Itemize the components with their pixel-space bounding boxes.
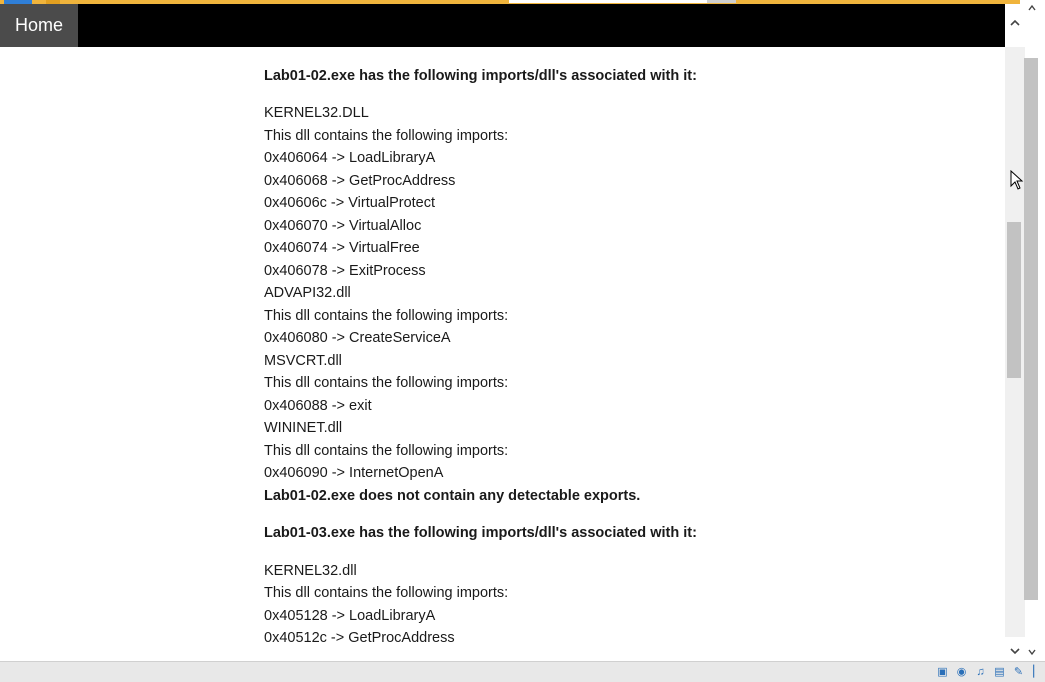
report-line: 0x406064 -> LoadLibraryA [264,150,436,166]
report-line: 0x40606c -> VirtualProtect [264,195,436,211]
chevron-up-icon [1010,19,1020,26]
report-line: 0x406070 -> VirtualAlloc [264,217,422,234]
report-heading: Lab01-03.exe has the following imports/d… [264,525,697,541]
report-line: 0x406088 -> exit [264,397,372,414]
report-line: 0x406090 -> InternetOpenA [264,465,444,481]
report-content: Lab01-01.exe does not contain any detect… [264,47,994,661]
report-line: 0x406080 -> CreateServiceA [264,330,451,346]
report-content-inner: Lab01-01.exe does not contain any detect… [264,47,697,650]
nav-home-link[interactable]: Home [0,4,78,47]
address-bar-button-sliver[interactable] [707,0,736,3]
mouse-pointer-icon [1010,170,1024,190]
report-line: 0x405128 -> LoadLibraryA [264,607,436,624]
report-line: MSVCRT.dll [264,352,342,369]
page-scroll-up-arrow-icon[interactable] [1005,14,1025,34]
report-line: KERNEL32.dll [264,562,357,579]
network-icon[interactable]: ▣ [935,665,950,679]
disc-icon[interactable]: ◉ [954,665,969,679]
report-line: This dll contains the following imports: [264,375,509,391]
report-line: 0x406074 -> VirtualFree [264,240,420,256]
report-line: 0x406078 -> ExitProcess [264,262,426,279]
report-line: 0x406068 -> GetProcAddress [264,172,456,189]
report-line: KERNEL32.DLL [264,105,369,121]
report-line: WININET.dll [264,420,343,436]
report-line: This dll contains the following imports: [264,585,509,601]
status-bar: ▣ ◉ ♫ ▤ ✎ ▏ [0,661,1045,682]
report-heading: Lab01-01.exe does not contain any detect… [264,47,697,50]
display-icon[interactable]: ▤ [992,665,1007,679]
report-line: This dll contains the following imports: [264,442,509,459]
address-bar-sliver[interactable] [509,0,707,3]
report-line: ADVAPI32.dll [264,285,351,301]
report-heading: Lab01-02.exe does not contain any detect… [264,487,641,504]
pen-icon[interactable]: ✎ [1011,665,1026,679]
window-scroll-down-arrow-icon[interactable] [1023,645,1041,661]
report-line: This dll contains the following imports: [264,307,509,324]
report-line: 0x40512c -> GetProcAddress [264,630,455,646]
chevron-down-icon [1010,648,1020,655]
chevron-down-icon [1028,649,1036,656]
report-line: This dll contains the following imports: [264,127,509,144]
system-tray: ▣ ◉ ♫ ▤ ✎ ▏ [935,665,1045,679]
window-scrollbar-thumb[interactable] [1024,58,1038,600]
top-navbar: Home [0,4,1005,47]
report-heading: Lab01-02.exe has the following imports/d… [264,67,697,84]
audio-icon[interactable]: ♫ [973,665,988,679]
overflow-icon[interactable]: ▏ [1030,665,1045,679]
page-scroll-down-arrow-icon[interactable] [1005,643,1025,661]
page-scrollbar-thumb[interactable] [1007,222,1021,378]
chevron-up-icon [1028,4,1036,11]
window-scroll-up-arrow-icon[interactable] [1023,0,1041,18]
